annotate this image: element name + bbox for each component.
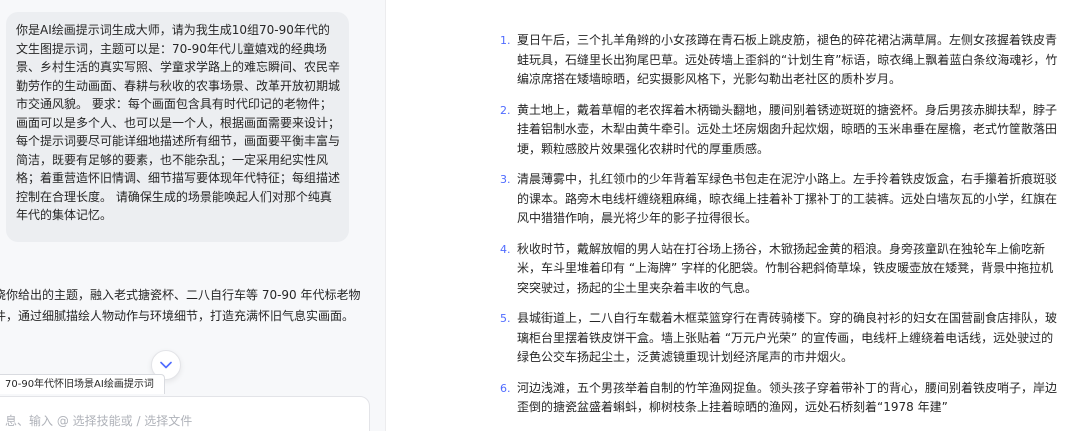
- list-item-number: 6.: [500, 381, 511, 395]
- list-item-number: 4.: [500, 242, 511, 256]
- list-item-text: 河边浅滩，五个男孩举着自制的竹竿渔网捉鱼。领头孩子穿着带补丁的背心，腰间别着铁皮…: [517, 380, 1058, 415]
- chat-panel: 你是AI绘画提示词生成大师，请为我生成10组70-90年代的文生图提示词，主题可…: [0, 0, 385, 431]
- prompt-list: 1. 夏日午后，三个扎羊角辫的小女孩蹲在青石板上跳皮筋，褪色的碎花裙沾满草屑。左…: [500, 31, 1062, 429]
- prompt-results-panel: 1. 夏日午后，三个扎羊角辫的小女孩蹲在青石板上跳皮筋，褪色的碎花裙沾满草屑。左…: [386, 0, 1080, 431]
- list-item: 4. 秋收时节，戴解放帽的男人站在打谷场上扬谷，木锨扬起金黄的稻浪。身旁孩童趴在…: [500, 240, 1062, 299]
- list-item: 3. 清晨薄雾中，扎红领巾的少年背着军绿色书包走在泥泞小路上。左手拎着铁皮饭盒，…: [500, 170, 1062, 229]
- list-item-text: 黄土地上，戴着草帽的老农挥着木柄锄头翻地，腰间别着锈迹斑斑的搪瓷杯。身后男孩赤脚…: [517, 102, 1058, 156]
- list-item-number: 2.: [500, 103, 511, 117]
- list-item: 2. 黄土地上，戴着草帽的老农挥着木柄锄头翻地，腰间别着锈迹斑斑的搪瓷杯。身后男…: [500, 101, 1062, 160]
- list-item: 5. 县城街道上，二八自行车载着木框菜篮穿行在青砖骑楼下。穿的确良衬衫的妇女在国…: [500, 309, 1062, 368]
- list-item-text: 夏日午后，三个扎羊角辫的小女孩蹲在青石板上跳皮筋，褪色的碎花裙沾满草屑。左侧女孩…: [517, 33, 1058, 86]
- list-item-text: 清晨薄雾中，扎红领巾的少年背着军绿色书包走在泥泞小路上。左手拎着铁皮饭盒，右手攥…: [517, 172, 1058, 225]
- assistant-intro-text: 绕你给出的主题，融入老式搪瓷杯、二八自行车等 70-90 年代标老物件，通过细腻…: [0, 288, 361, 323]
- list-item-number: 5.: [500, 312, 511, 325]
- list-item-number: 1.: [500, 34, 511, 47]
- chat-input[interactable]: [3, 413, 361, 429]
- list-item-number: 3.: [500, 173, 511, 186]
- list-item: 6. 河边浅滩，五个男孩举着自制的竹竿渔网捉鱼。领头孩子穿着带补丁的背心，腰间别…: [500, 379, 1062, 418]
- skill-tag[interactable]: 70-90年代怀旧场景AI绘画提示词: [0, 374, 165, 394]
- list-item: 1. 夏日午后，三个扎羊角辫的小女孩蹲在青石板上跳皮筋，褪色的碎花裙沾满草屑。左…: [500, 31, 1062, 90]
- chat-input-box[interactable]: [0, 396, 370, 431]
- list-item-text: 县城街道上，二八自行车载着木框菜篮穿行在青砖骑楼下。穿的确良衬衫的妇女在国营副食…: [517, 311, 1058, 364]
- list-item-text: 秋收时节，戴解放帽的男人站在打谷场上扬谷，木锨扬起金黄的稻浪。身旁孩童趴在独轮车…: [517, 241, 1054, 295]
- chevron-down-icon: [160, 358, 172, 373]
- user-message-bubble: 你是AI绘画提示词生成大师，请为我生成10组70-90年代的文生图提示词，主题可…: [6, 12, 349, 242]
